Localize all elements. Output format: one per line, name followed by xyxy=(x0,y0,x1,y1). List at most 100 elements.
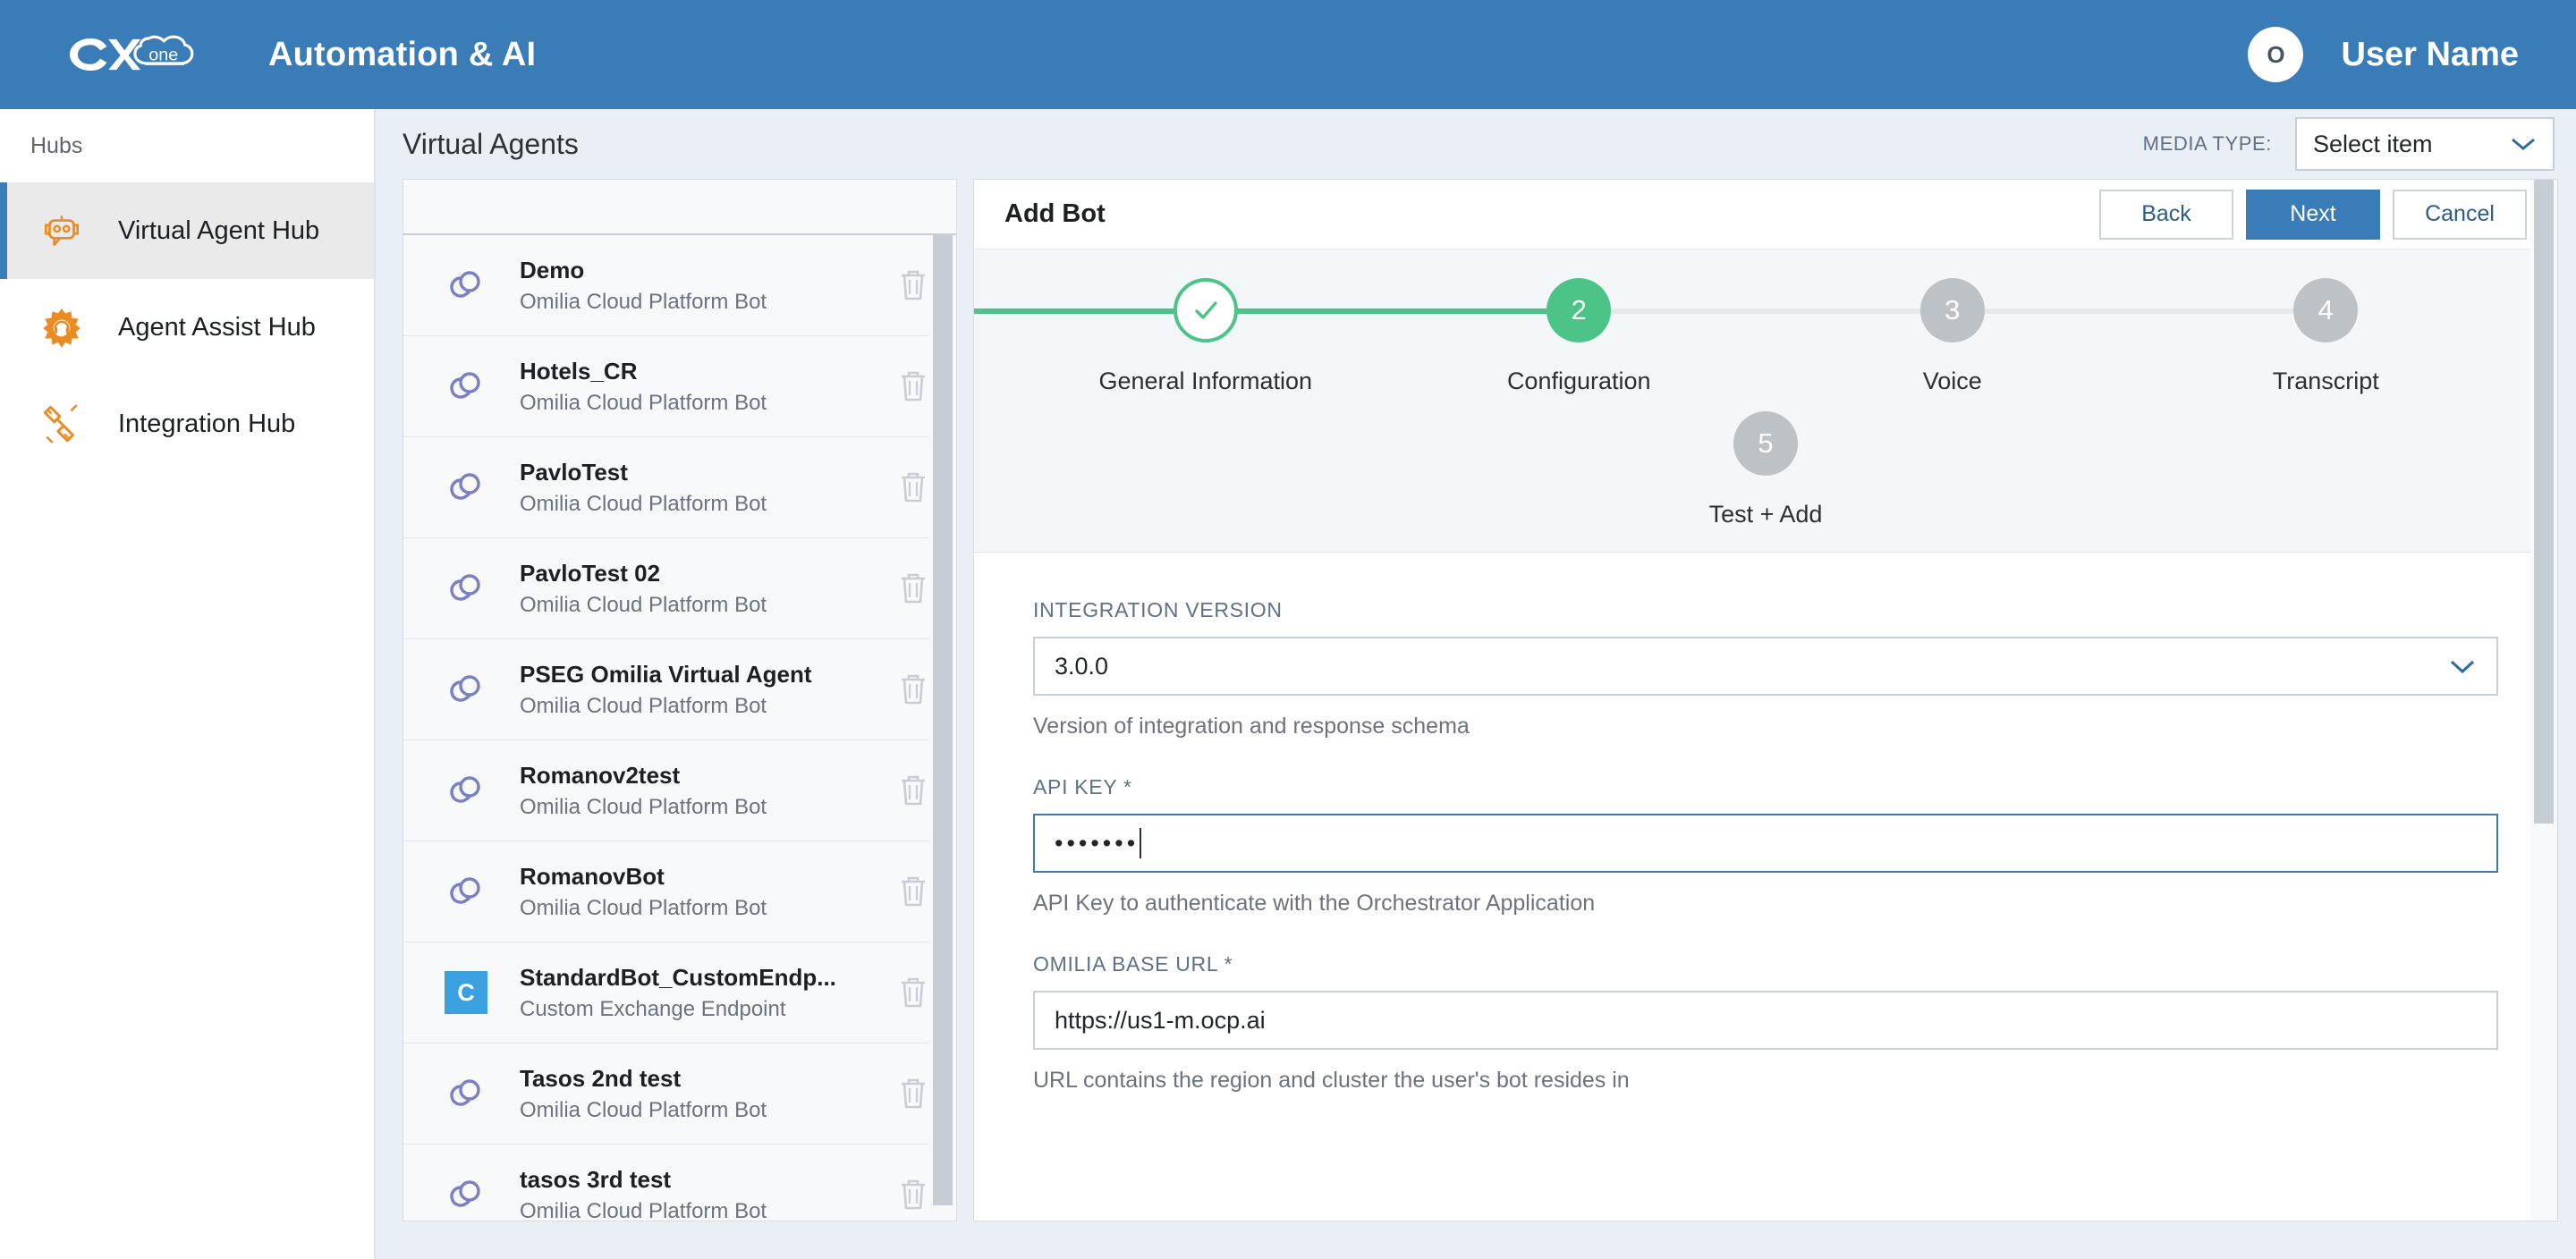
bot-list-item[interactable]: PSEG Omilia Virtual AgentOmilia Cloud Pl… xyxy=(403,639,956,740)
api-key-input[interactable]: ••••••• xyxy=(1033,814,2498,873)
wizard-step-2[interactable]: 2Configuration xyxy=(1393,278,1767,395)
bot-list-item[interactable]: Romanov2testOmilia Cloud Platform Bot xyxy=(403,740,956,841)
wizard-step-4[interactable]: 4Transcript xyxy=(2140,278,2513,395)
bot-list-item[interactable]: Tasos 2nd testOmilia Cloud Platform Bot xyxy=(403,1044,956,1145)
stepper-slot xyxy=(2214,411,2512,528)
trash-icon[interactable] xyxy=(898,571,928,605)
bot-avatar xyxy=(441,1069,491,1119)
bot-avatar xyxy=(441,765,491,815)
sidebar-item-label: Integration Hub xyxy=(118,410,295,439)
chevron-down-icon xyxy=(2448,657,2477,675)
bot-type: Omilia Cloud Platform Bot xyxy=(520,391,870,416)
bot-list-item[interactable]: Hotels_CR Omilia Cloud Platform Bot xyxy=(403,336,956,437)
svg-text:one: one xyxy=(148,45,178,64)
check-icon xyxy=(1188,292,1224,328)
omilia-cloud-icon xyxy=(441,1170,491,1220)
trash-icon[interactable] xyxy=(898,1077,928,1111)
field-value: https://us1-m.ocp.ai xyxy=(1055,1007,1266,1035)
trash-icon[interactable] xyxy=(898,875,928,908)
robot-headset-icon xyxy=(39,208,84,253)
field-value: ••••••• xyxy=(1055,830,1139,858)
bot-text: DemoOmilia Cloud Platform Bot xyxy=(520,257,870,315)
wizard-step-1[interactable]: General Information xyxy=(1019,278,1393,395)
bot-list-item[interactable]: RomanovBotOmilia Cloud Platform Bot xyxy=(403,841,956,942)
bot-list-scrollbar[interactable] xyxy=(929,235,956,1221)
form-field: API KEY *••••••• xyxy=(1033,775,2498,873)
omilia-base-url-input[interactable]: https://us1-m.ocp.ai xyxy=(1033,991,2498,1050)
bot-type: Custom Exchange Endpoint xyxy=(520,997,870,1022)
bot-text: StandardBot_CustomEndp...Custom Exchange… xyxy=(520,964,870,1022)
bot-list-header xyxy=(403,180,956,235)
bot-avatar xyxy=(441,563,491,613)
next-button[interactable]: Next xyxy=(2246,190,2380,240)
app-header: one Automation & AI O User Name xyxy=(0,0,2576,109)
cancel-button[interactable]: Cancel xyxy=(2393,190,2527,240)
sidebar-item-virtual-agent-hub[interactable]: Virtual Agent Hub xyxy=(0,182,374,279)
cxone-logo-icon[interactable]: one xyxy=(54,21,215,88)
stepper-connector xyxy=(1206,308,1580,314)
text-caret xyxy=(1140,828,1141,858)
stepper-connector xyxy=(1579,308,1953,314)
omilia-cloud-icon xyxy=(441,664,491,714)
media-type-select[interactable]: Select item xyxy=(2295,117,2555,171)
form-field: INTEGRATION VERSION 3.0.0 xyxy=(1033,598,2498,696)
bot-avatar xyxy=(441,260,491,310)
letter-badge-icon: C xyxy=(445,971,487,1014)
panel-actions: Back Next Cancel xyxy=(2099,190,2527,240)
step-label: Transcript xyxy=(2273,368,2379,395)
bot-avatar xyxy=(441,361,491,411)
wizard-step-3[interactable]: 3Voice xyxy=(1766,278,2140,395)
trash-icon[interactable] xyxy=(898,672,928,706)
bot-avatar xyxy=(441,664,491,714)
user-name[interactable]: User Name xyxy=(2341,36,2519,74)
bot-text: RomanovBotOmilia Cloud Platform Bot xyxy=(520,863,870,921)
sidebar-item-integration-hub[interactable]: Integration Hub xyxy=(0,376,374,472)
media-type-filter: MEDIA TYPE: Select item xyxy=(2143,117,2555,171)
main-content: Virtual Agents MEDIA TYPE: Select item D… xyxy=(376,109,2576,1259)
panel-title: Add Bot xyxy=(1004,199,1106,229)
bot-list-scrollbar-thumb[interactable] xyxy=(933,235,953,1205)
stepper-row-primary: General Information2Configuration3Voice4… xyxy=(974,278,2557,395)
configuration-form-scroll[interactable]: INTEGRATION VERSION3.0.0Version of integ… xyxy=(974,555,2557,1221)
field-label: OMILIA BASE URL * xyxy=(1033,952,2498,976)
trash-icon[interactable] xyxy=(898,470,928,504)
bot-name: RomanovBot xyxy=(520,863,870,891)
avatar[interactable]: O xyxy=(2248,27,2303,82)
trash-icon[interactable] xyxy=(898,1178,928,1212)
panel-scrollbar[interactable] xyxy=(2530,180,2557,1221)
sidebar-item-agent-assist-hub[interactable]: Agent Assist Hub xyxy=(0,279,374,376)
wizard-stepper: General Information2Configuration3Voice4… xyxy=(974,249,2557,553)
field-help-text: URL contains the region and cluster the … xyxy=(1033,1068,2498,1094)
gear-headset-icon xyxy=(39,305,84,350)
step-circle xyxy=(1174,278,1238,342)
bot-name: Hotels_CR xyxy=(520,358,870,385)
bot-avatar: C xyxy=(441,967,491,1018)
trash-icon[interactable] xyxy=(898,976,928,1010)
bot-list-item[interactable]: PavloTestOmilia Cloud Platform Bot xyxy=(403,437,956,538)
bot-type: Omilia Cloud Platform Bot xyxy=(520,1199,870,1222)
trash-icon[interactable] xyxy=(898,369,928,403)
add-bot-panel: Add Bot Back Next Cancel General Informa… xyxy=(973,179,2558,1221)
chevron-down-icon xyxy=(2510,136,2537,152)
app-title: Automation & AI xyxy=(268,36,536,74)
bot-list-item[interactable]: PavloTest 02Omilia Cloud Platform Bot xyxy=(403,538,956,639)
back-button[interactable]: Back xyxy=(2099,190,2233,240)
omilia-cloud-icon xyxy=(441,563,491,613)
bot-list-item[interactable]: DemoOmilia Cloud Platform Bot xyxy=(403,235,956,336)
wizard-step-5[interactable]: 5Test + Add xyxy=(1616,411,1915,528)
panel-scrollbar-thumb[interactable] xyxy=(2534,180,2554,824)
bot-avatar xyxy=(441,462,491,512)
integration-version-select[interactable]: 3.0.0 xyxy=(1033,637,2498,696)
trash-icon[interactable] xyxy=(898,268,928,302)
configuration-form: INTEGRATION VERSION3.0.0Version of integ… xyxy=(974,555,2557,1094)
bot-list-item[interactable]: tasos 3rd testOmilia Cloud Platform Bot xyxy=(403,1145,956,1221)
bot-list-item[interactable]: C StandardBot_CustomEndp...Custom Exchang… xyxy=(403,942,956,1044)
bot-list[interactable]: DemoOmilia Cloud Platform Bot Hotels_CR Om… xyxy=(403,235,956,1221)
field-label: INTEGRATION VERSION xyxy=(1033,598,2498,622)
sidebar-item-label: Agent Assist Hub xyxy=(118,313,316,342)
omilia-cloud-icon xyxy=(441,765,491,815)
step-label: Configuration xyxy=(1507,368,1651,395)
trash-icon[interactable] xyxy=(898,773,928,807)
bot-name: PSEG Omilia Virtual Agent xyxy=(520,661,870,689)
content-row: DemoOmilia Cloud Platform Bot Hotels_CR Om… xyxy=(402,179,2558,1221)
